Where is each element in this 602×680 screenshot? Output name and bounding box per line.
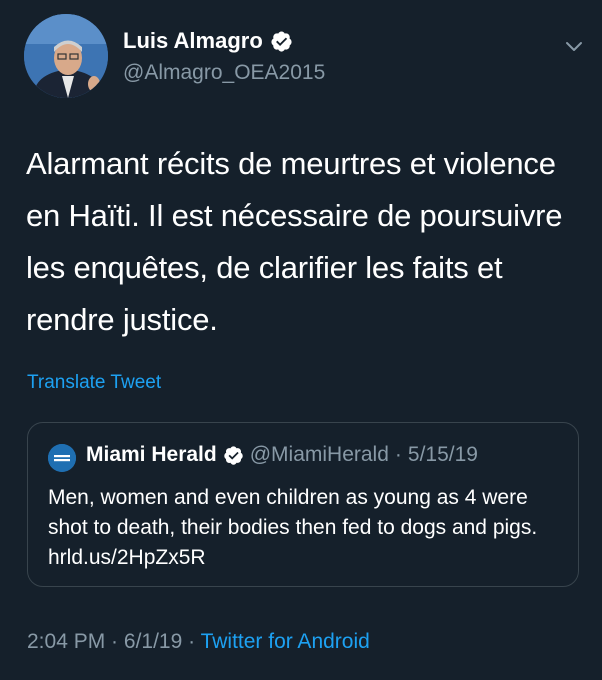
quoted-name: Miami Herald: [86, 443, 217, 466]
quoted-separator: ·: [394, 443, 402, 466]
translate-tweet-link[interactable]: Translate Tweet: [27, 372, 161, 394]
verified-badge-icon: [224, 445, 243, 465]
quoted-text: Men, women and even children as young as…: [48, 486, 538, 569]
author-handle[interactable]: @Almagro_OEA2015: [123, 61, 325, 85]
author-name[interactable]: Luis Almagro: [123, 28, 263, 54]
verified-badge-icon: [271, 30, 292, 52]
tweet-source[interactable]: Twitter for Android: [201, 630, 370, 653]
tweet-time: 2:04 PM: [27, 630, 106, 653]
meta-separator: ·: [105, 630, 124, 653]
author-avatar[interactable]: [24, 14, 108, 98]
tweet-text: Alarmant récits de meurtres et violence …: [26, 146, 563, 337]
quoted-avatar: [48, 444, 76, 472]
tweet-date[interactable]: 6/1/19: [124, 630, 182, 653]
quoted-tweet-card[interactable]: Miami Herald @MiamiHerald · 5/15/19 Men,…: [27, 422, 579, 587]
tweet-meta: 2:04 PM · 6/1/19 · Twitter for Android: [27, 630, 370, 654]
quoted-header: Miami Herald @MiamiHerald · 5/15/19: [86, 443, 478, 467]
quoted-date: 5/15/19: [407, 443, 478, 466]
quoted-handle: @MiamiHerald: [249, 443, 389, 466]
author-name-row[interactable]: Luis Almagro: [123, 28, 293, 54]
meta-separator: ·: [182, 630, 201, 653]
chevron-down-icon[interactable]: [564, 36, 584, 56]
